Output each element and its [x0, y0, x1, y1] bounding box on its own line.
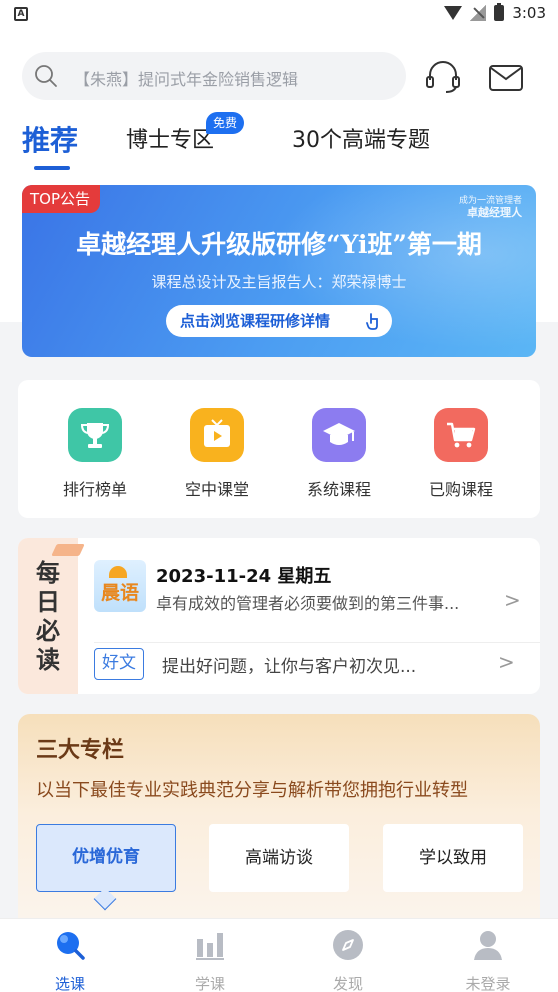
sun-icon — [109, 566, 127, 578]
nav-label: 选课 — [54, 975, 85, 992]
quick-link-label: 系统课程 — [306, 480, 371, 499]
tab-active-indicator — [34, 166, 70, 170]
bar-chart-icon — [196, 933, 224, 960]
cart-icon — [434, 408, 488, 462]
wifi-icon — [444, 6, 463, 20]
quick-link-system-courses[interactable]: 系统课程 — [284, 408, 394, 500]
column-tab-interviews[interactable]: 高端访谈 — [209, 824, 349, 892]
banner-subtitle: 课程总设计及主旨报告人：郑荣禄博士 — [151, 273, 407, 291]
quick-link-live-class[interactable]: 空中课堂 — [162, 408, 272, 500]
search-input[interactable]: 【朱燕】提问式年金险销售逻辑 — [22, 52, 406, 100]
banner-tag: TOP公告 — [22, 185, 101, 213]
column-tab-apply[interactable]: 学以致用 — [383, 824, 523, 892]
nav-label: 学课 — [194, 975, 225, 992]
tab-recommend[interactable]: 推荐 — [22, 118, 78, 164]
banner-logo: 成为一流管理者 卓越经理人 — [459, 195, 522, 219]
quick-link-label: 空中课堂 — [184, 480, 249, 499]
nav-select-course[interactable]: 选课 — [20, 923, 120, 992]
daily-headline[interactable]: 卓有成效的管理者必须要做到的第三件事... — [156, 590, 459, 614]
column-tab-label: 优增优育 — [72, 847, 140, 867]
search-icon — [57, 932, 85, 960]
daily-side-decoration — [51, 544, 85, 556]
tab-bar: 推荐 博士专区 免费 30个高端专题 — [0, 112, 558, 178]
morning-words-logo[interactable]: 晨语 — [94, 560, 146, 612]
quick-link-label: 排行榜单 — [62, 480, 127, 499]
nav-label: 发现 — [332, 975, 363, 992]
battery-icon — [494, 3, 505, 21]
bottom-navigation: 选课 学课 发现 未登录 — [0, 918, 558, 992]
divider — [94, 642, 540, 643]
quick-link-ranking[interactable]: 排行榜单 — [40, 408, 150, 500]
search-icon — [35, 65, 57, 87]
daily-side-label: 每日必读 — [36, 558, 60, 674]
compass-icon — [333, 930, 363, 960]
tab-phd-zone[interactable]: 博士专区 — [126, 118, 214, 164]
pointer-hand-icon — [366, 313, 378, 330]
banner-detail-button[interactable]: 点击浏览课程研修详情 — [166, 305, 392, 337]
daily-side-panel: 每日必读 — [18, 538, 85, 694]
status-icons: 3:03 — [444, 3, 546, 22]
status-bar: A 3:03 — [0, 0, 558, 30]
nav-study[interactable]: 学课 — [160, 923, 260, 992]
quick-link-purchased[interactable]: 已购课程 — [406, 408, 516, 500]
daily-date[interactable]: 2023-11-24 星期五 — [156, 562, 331, 588]
announcement-banner[interactable]: TOP公告 成为一流管理者 卓越经理人 卓越经理人升级版研修“Yi班”第一期 课… — [22, 185, 536, 357]
notification-icon: A — [14, 7, 28, 21]
status-time: 3:03 — [512, 4, 546, 22]
tab-premium-topics[interactable]: 30个高端专题 — [292, 118, 430, 164]
banner-title: 卓越经理人升级版研修“Yi班”第一期 — [76, 230, 482, 259]
free-badge: 免费 — [206, 112, 245, 134]
quick-link-label: 已购课程 — [428, 480, 493, 499]
columns-title: 三大专栏 — [36, 738, 125, 763]
user-icon — [474, 931, 502, 960]
three-columns-card: 三大专栏 以当下最佳专业实践典范分享与解析带您拥抱行业转型 优增优育 高端访谈 … — [18, 714, 540, 934]
nav-profile[interactable]: 未登录 — [438, 923, 538, 992]
columns-subtitle: 以当下最佳专业实践典范分享与解析带您拥抱行业转型 — [36, 780, 468, 801]
search-placeholder: 【朱燕】提问式年金险销售逻辑 — [74, 70, 299, 89]
trophy-icon — [68, 408, 122, 462]
headset-icon[interactable] — [424, 58, 462, 94]
good-article-tag: 好文 — [94, 648, 144, 680]
quick-links-card: 排行榜单 空中课堂 系统课程 已购课程 — [18, 380, 540, 518]
column-tab-growth[interactable]: 优增优育 — [36, 824, 176, 911]
tv-play-icon — [190, 408, 244, 462]
chevron-right-icon[interactable]: > — [498, 650, 515, 674]
column-tab-label: 学以致用 — [419, 848, 487, 868]
banner-button-label: 点击浏览课程研修详情 — [180, 312, 331, 330]
mail-icon[interactable] — [488, 64, 524, 92]
daily-reading-card: 每日必读 晨语 2023-11-24 星期五 卓有成效的管理者必须要做到的第三件… — [18, 538, 540, 694]
good-article-title[interactable]: 提出好问题，让你与客户初次见... — [162, 652, 416, 677]
nav-discover[interactable]: 发现 — [298, 923, 398, 992]
chevron-right-icon[interactable]: > — [504, 588, 521, 612]
graduation-cap-icon — [312, 408, 366, 462]
morning-words-logo-text: 晨语 — [100, 582, 139, 604]
banner-logo-bottom: 卓越经理人 — [467, 206, 522, 219]
signal-icon — [470, 5, 487, 21]
active-pointer — [93, 887, 117, 911]
nav-label: 未登录 — [465, 975, 511, 992]
column-tab-label: 高端访谈 — [245, 848, 313, 868]
